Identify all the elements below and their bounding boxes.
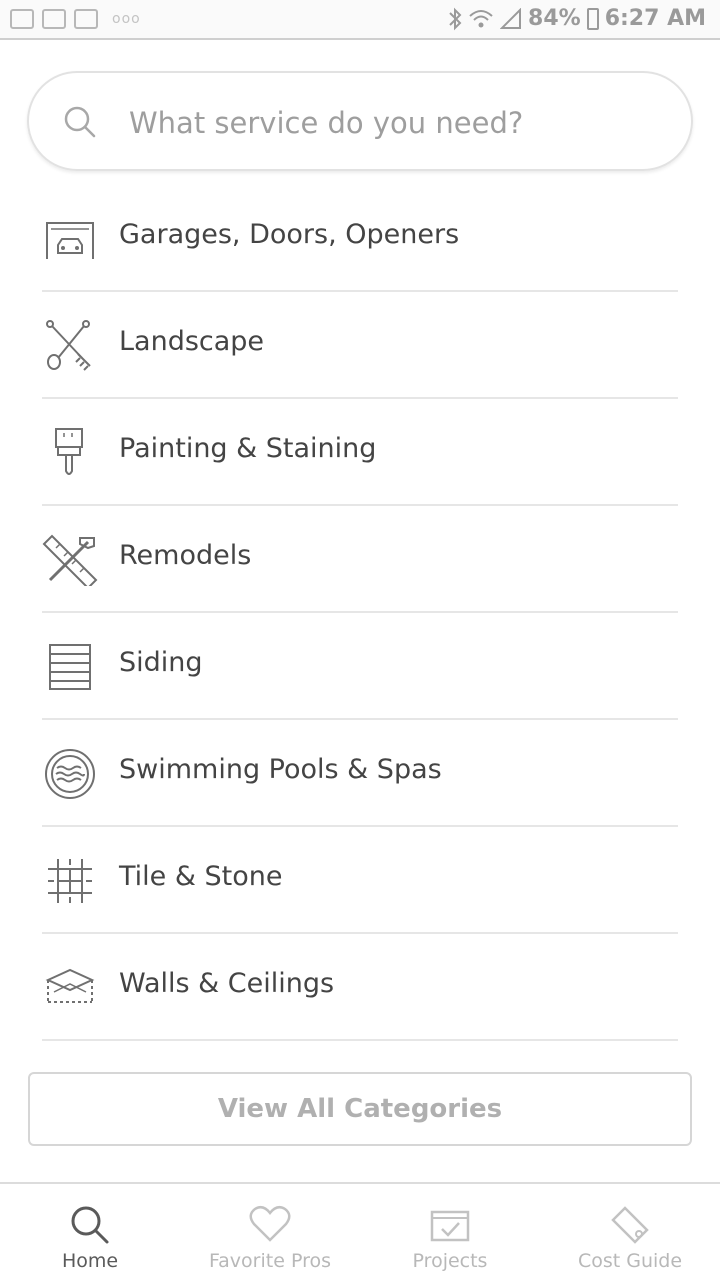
search-bar[interactable]	[27, 71, 693, 171]
nav-tab-cost-guide[interactable]: Cost Guide	[540, 1184, 720, 1280]
category-item-pools[interactable]: Swimming Pools & Spas	[0, 720, 720, 827]
category-item-remodels[interactable]: Remodels	[0, 506, 720, 613]
category-item-siding[interactable]: Siding	[0, 613, 720, 720]
walls-ceilings-icon	[45, 968, 95, 1003]
search-icon	[71, 1206, 109, 1244]
category-label: Swimming Pools & Spas	[119, 754, 442, 785]
paintbrush-icon	[55, 428, 83, 475]
category-item-garages[interactable]: Garages, Doors, Openers	[0, 185, 720, 292]
nav-tab-favorite-pros[interactable]: Favorite Pros	[180, 1184, 360, 1280]
heart-icon	[249, 1205, 291, 1242]
category-label: Siding	[119, 647, 203, 678]
status-bar: ooo 84% 6:27 AM	[0, 0, 720, 40]
bluetooth-icon	[449, 7, 462, 30]
shovel-rake-icon	[46, 320, 91, 371]
nav-label: Cost Guide	[577, 1250, 683, 1272]
category-label: Walls & Ceilings	[119, 968, 335, 999]
check-mail-icon	[42, 9, 66, 29]
category-label: Garages, Doors, Openers	[119, 219, 460, 250]
category-list: Garages, Doors, Openers Landscape Painti…	[0, 185, 720, 1041]
category-item-landscape[interactable]: Landscape	[0, 292, 720, 399]
siding-icon	[49, 644, 91, 690]
more-notifications-indicator: ooo	[112, 11, 141, 27]
search-input[interactable]	[127, 95, 651, 151]
wifi-icon	[469, 9, 493, 27]
signal-icon	[500, 7, 522, 29]
pool-icon	[45, 749, 95, 799]
gmail-icon	[74, 9, 98, 29]
category-item-tile[interactable]: Tile & Stone	[0, 827, 720, 934]
hammer-ruler-icon	[42, 534, 98, 586]
category-item-walls[interactable]: Walls & Ceilings	[0, 934, 720, 1041]
nav-tab-projects[interactable]: Projects	[360, 1184, 540, 1280]
view-all-categories-button[interactable]: View All Categories	[28, 1072, 692, 1146]
category-item-painting[interactable]: Painting & Staining	[0, 399, 720, 506]
bottom-nav: Home Favorite Pros Projects Cost Guide	[0, 1182, 720, 1280]
gallery-icon	[10, 9, 34, 29]
system-indicators: 84% 6:27 AM	[448, 6, 706, 31]
nav-label: Home	[61, 1250, 119, 1272]
clock: 6:27 AM	[604, 6, 706, 31]
tag-icon	[611, 1206, 649, 1244]
category-label: Remodels	[119, 540, 252, 571]
projects-icon	[430, 1210, 470, 1242]
category-label: Landscape	[119, 326, 265, 357]
nav-label: Favorite Pros	[208, 1250, 331, 1272]
category-label: Painting & Staining	[119, 433, 377, 464]
tile-icon	[48, 859, 92, 903]
battery-icon	[586, 7, 599, 30]
divider	[42, 1039, 678, 1041]
battery-percent: 84%	[528, 6, 581, 31]
notification-icons: ooo	[10, 9, 141, 29]
search-icon	[64, 106, 96, 138]
garage-icon	[46, 222, 94, 259]
nav-label: Projects	[412, 1250, 488, 1272]
nav-tab-home[interactable]: Home	[0, 1184, 180, 1280]
category-label: Tile & Stone	[119, 861, 283, 892]
